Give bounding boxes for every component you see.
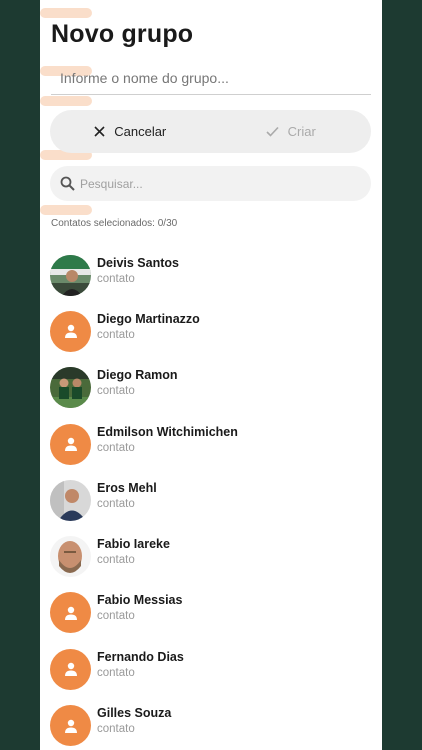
search-icon [60, 176, 75, 191]
avatar [50, 310, 91, 352]
action-bar: Cancelar Criar [50, 110, 371, 153]
person-icon [64, 663, 77, 677]
contact-name: Edmilson Witchimichen [97, 424, 238, 439]
contact-row[interactable]: Fabio Messias contato [50, 585, 372, 641]
contact-row[interactable]: Deivis Santos contato [50, 247, 372, 303]
new-group-sheet: Novo grupo Cancelar Criar Contatos selec… [40, 0, 382, 750]
avatar [50, 423, 91, 465]
contact-subtitle: contato [97, 666, 135, 679]
avatar [50, 367, 91, 409]
contact-name: Fabio Messias [97, 593, 183, 608]
contact-subtitle: contato [97, 272, 135, 285]
contact-row[interactable]: Diego Martinazzo contato [50, 303, 372, 359]
avatar [50, 592, 91, 634]
contact-name: Fabio Iareke [97, 537, 170, 552]
avatar [50, 705, 91, 747]
check-icon [266, 126, 279, 137]
create-button[interactable]: Criar [211, 110, 372, 153]
close-icon [94, 126, 105, 137]
contact-list: Deivis Santos contato Diego Martinazzo c… [50, 247, 372, 750]
contact-name: Deivis Santos [97, 255, 179, 270]
contact-name: Eros Mehl [97, 480, 157, 495]
contact-name: Fernando Dias [97, 649, 184, 664]
contact-name: Diego Martinazzo [97, 311, 200, 326]
person-icon [64, 437, 77, 452]
contact-row[interactable]: Diego Ramon contato [50, 360, 372, 416]
selected-count: Contatos selecionados: 0/30 [51, 218, 178, 229]
cancel-label: Cancelar [114, 124, 167, 139]
contact-name: Diego Ramon [97, 368, 178, 383]
person-icon [64, 606, 77, 620]
person-icon [64, 719, 77, 733]
cancel-button[interactable]: Cancelar [50, 110, 211, 153]
contact-subtitle: contato [97, 441, 135, 454]
contact-row[interactable]: Edmilson Witchimichen contato [50, 416, 372, 472]
contact-subtitle: contato [97, 497, 135, 510]
contact-row[interactable]: Eros Mehl contato [50, 472, 372, 528]
avatar [50, 536, 91, 578]
contact-row[interactable]: Gilles Souza contato [50, 697, 372, 750]
avatar [50, 479, 91, 521]
create-label: Criar [287, 124, 316, 139]
page-title: Novo grupo [51, 20, 194, 48]
avatar [50, 254, 91, 296]
contact-subtitle: contato [97, 723, 135, 736]
contact-row[interactable]: Fabio Iareke contato [50, 528, 372, 584]
avatar [50, 648, 91, 690]
contact-name: Gilles Souza [97, 706, 172, 721]
person-icon [64, 325, 77, 339]
search-input[interactable] [80, 176, 330, 191]
group-name-input[interactable] [51, 61, 371, 95]
contact-subtitle: contato [97, 328, 135, 341]
contact-row[interactable]: Fernando Dias contato [50, 641, 372, 697]
search-bar[interactable] [50, 166, 371, 201]
contact-subtitle: contato [97, 610, 135, 623]
contact-subtitle: contato [97, 385, 135, 398]
contact-subtitle: contato [97, 554, 135, 567]
